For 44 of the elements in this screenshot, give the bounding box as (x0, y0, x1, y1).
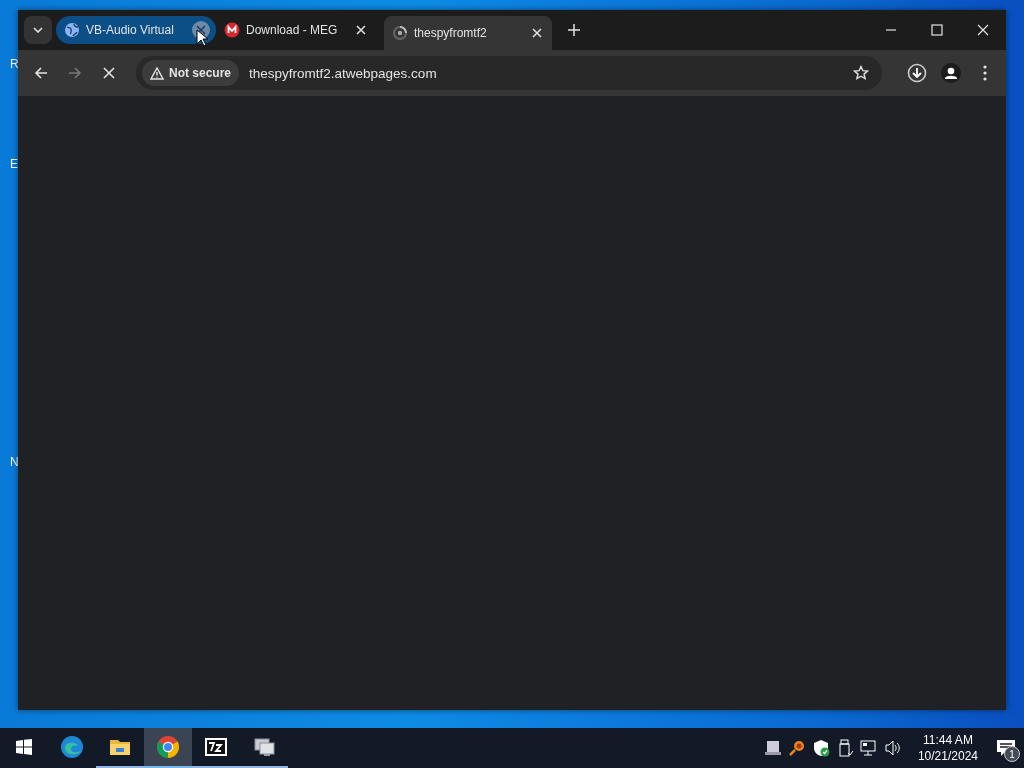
close-icon (532, 28, 542, 38)
action-center-button[interactable]: 1 (988, 728, 1024, 768)
notification-count: 1 (1004, 746, 1020, 762)
address-bar[interactable]: Not secure thespyfromtf2.atwebpages.com (136, 56, 882, 90)
download-icon (907, 63, 927, 83)
magnifier-icon[interactable] (787, 739, 806, 757)
speaker-icon[interactable] (883, 739, 902, 757)
url-text[interactable]: thespyfromtf2.atwebpages.com (249, 65, 836, 81)
close-icon (356, 25, 366, 35)
browser-tab[interactable]: VB-Audio Virtual (56, 16, 216, 44)
maximize-icon (931, 24, 943, 36)
desktop-icon-label[interactable]: N (10, 456, 19, 468)
computers-icon (252, 735, 276, 759)
mouse-cursor-icon (196, 29, 208, 47)
close-icon (196, 25, 206, 35)
close-icon (103, 67, 115, 79)
network-icon[interactable] (859, 739, 878, 757)
shield-icon[interactable] (811, 739, 830, 757)
warning-icon (150, 66, 164, 80)
arrow-right-icon (68, 66, 82, 80)
tablet-icon[interactable] (763, 739, 782, 757)
security-chip[interactable]: Not secure (142, 60, 240, 86)
plus-icon (568, 24, 580, 36)
person-icon (941, 63, 961, 83)
clock-time: 11:44 AM (923, 732, 973, 748)
arrow-left-icon (34, 66, 48, 80)
star-icon (853, 65, 869, 81)
clock[interactable]: 11:44 AM 10/21/2024 (917, 732, 978, 764)
globe-icon (64, 22, 80, 38)
desktop-icon-label[interactable]: R (10, 58, 19, 70)
browser-tab[interactable]: Download - MEG (216, 14, 376, 46)
clock-date: 10/21/2024 (917, 748, 978, 764)
windows-logo-icon (16, 739, 32, 755)
menu-icon (983, 65, 987, 81)
tab-search-button[interactable] (24, 16, 52, 44)
archive-app-icon (204, 735, 228, 759)
letter-m-logo-icon (224, 22, 240, 38)
edge-browser-icon (60, 735, 84, 759)
chrome-browser-icon (156, 735, 180, 759)
loading-icon (392, 25, 408, 41)
browser-tab[interactable]: thespyfromtf2 (384, 16, 552, 50)
close-icon (977, 24, 989, 36)
desktop-icon-label[interactable]: E (10, 158, 19, 170)
chevron-down-icon (33, 27, 43, 33)
